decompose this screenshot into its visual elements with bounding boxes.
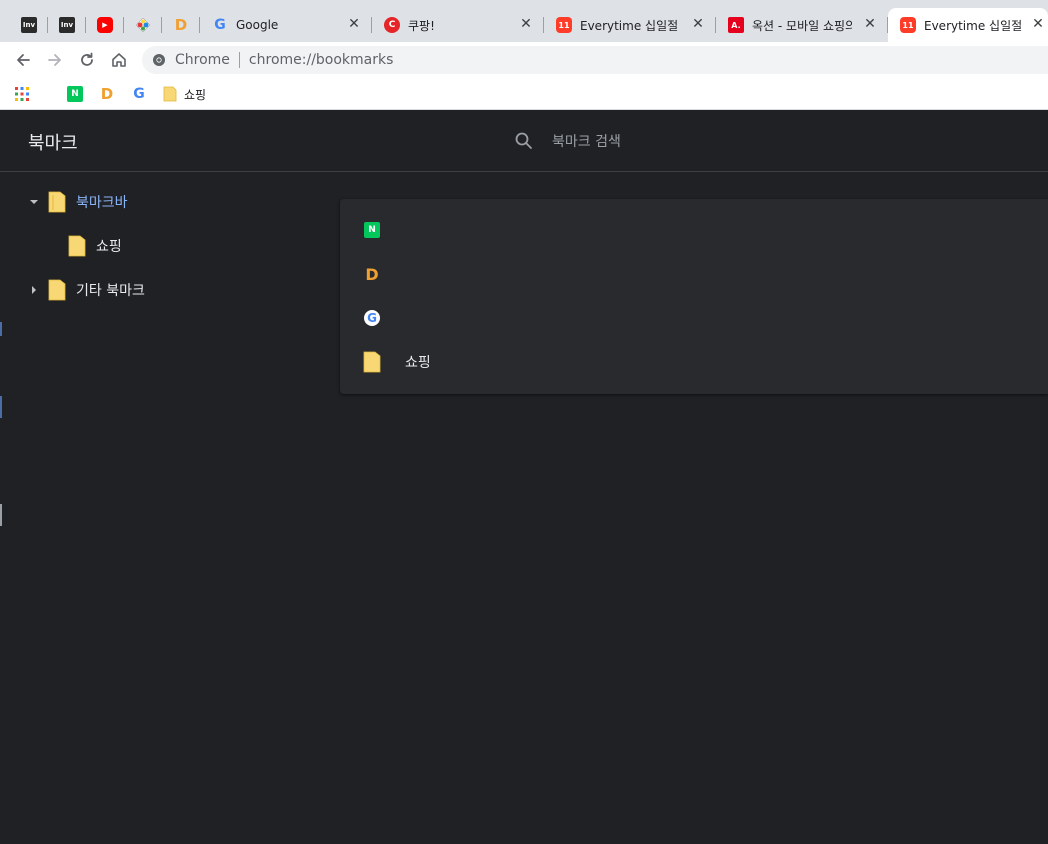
naver-icon: N <box>67 86 83 102</box>
apps-button[interactable] <box>14 84 30 104</box>
tree-label: 쇼핑 <box>96 239 122 255</box>
tab-pinned-inven-1[interactable]: Inv <box>10 8 48 42</box>
tab-auction[interactable]: A. 옥션 - 모바일 쇼핑의 ✕ <box>716 8 888 42</box>
bookmark-list: N D G 쇼핑 <box>340 199 1048 394</box>
chrome-logo-icon <box>153 54 165 66</box>
bookmark-daum[interactable]: D <box>99 84 115 104</box>
tab-11st-1[interactable]: 11 Everytime 십일절 - ✕ <box>544 8 716 42</box>
omnibox[interactable]: Chrome chrome://bookmarks <box>142 46 1048 74</box>
bookmark-google[interactable]: G <box>131 84 147 104</box>
tree-item-other-bookmarks[interactable]: 기타 북마크 <box>28 276 145 304</box>
forward-button[interactable] <box>43 48 67 72</box>
tab-pinned-inven-2[interactable]: Inv <box>48 8 86 42</box>
list-item-label: 쇼핑 <box>405 355 431 371</box>
bookmark-naver[interactable]: N <box>67 84 83 104</box>
inven-icon: Inv <box>21 17 37 33</box>
list-item-naver[interactable]: N <box>340 208 1048 252</box>
omnibox-origin: Chrome <box>175 52 230 68</box>
naver-icon: N <box>364 222 380 238</box>
expand-arrow-right-icon[interactable] <box>28 284 40 296</box>
close-icon[interactable]: ✕ <box>346 16 362 32</box>
tree-label: 기타 북마크 <box>76 283 145 299</box>
google-icon: G <box>214 17 226 33</box>
omnibox-url: chrome://bookmarks <box>248 52 394 68</box>
tree-item-shopping[interactable]: 쇼핑 <box>60 232 122 260</box>
search-placeholder: 북마크 검색 <box>552 134 621 150</box>
tab-strip: Inv Inv ▶ D G Google ✕ C 쿠팡! ✕ 11 Everyt… <box>0 0 1048 42</box>
search-icon <box>515 132 532 149</box>
list-item-shopping-folder[interactable]: 쇼핑 <box>340 340 1048 384</box>
apps-grid-icon <box>15 87 29 101</box>
close-icon[interactable]: ✕ <box>862 16 878 32</box>
bookmark-folder-shopping[interactable]: 쇼핑 <box>163 84 206 104</box>
close-icon[interactable]: ✕ <box>690 16 706 32</box>
coupang-icon: C <box>384 17 400 33</box>
folder-open-icon <box>48 191 66 213</box>
folder-icon <box>68 235 86 257</box>
tab-title: Everytime 십일절 - <box>580 18 680 33</box>
folder-icon <box>363 351 381 373</box>
background-window-edge <box>0 322 2 336</box>
bookmark-label: 쇼핑 <box>184 87 207 102</box>
tab-title: Everytime 십일절 - <box>924 18 1024 33</box>
list-item-daum[interactable]: D <box>340 252 1048 296</box>
tab-11st-2-active[interactable]: 11 Everytime 십일절 - ✕ <box>888 8 1048 42</box>
back-arrow-icon <box>17 54 30 66</box>
daum-icon: D <box>100 85 114 103</box>
google-icon: G <box>364 310 380 326</box>
youtube-icon: ▶ <box>97 17 113 33</box>
background-window-edge <box>0 396 2 418</box>
inven-icon: Inv <box>59 17 75 33</box>
tab-pinned-app[interactable] <box>124 8 162 42</box>
close-icon[interactable]: ✕ <box>1030 16 1046 32</box>
reload-button[interactable] <box>75 48 99 72</box>
tree-label: 북마크바 <box>76 195 128 211</box>
tab-pinned-daum[interactable]: D <box>162 8 200 42</box>
forward-arrow-icon <box>48 54 61 66</box>
google-icon: G <box>133 86 145 102</box>
reload-icon <box>81 52 93 66</box>
close-icon[interactable]: ✕ <box>518 16 534 32</box>
bookmarks-header: 북마크 북마크 검색 <box>0 110 1048 172</box>
home-button[interactable] <box>107 48 131 72</box>
tab-title: 옥션 - 모바일 쇼핑의 <box>752 18 852 33</box>
tree-item-bookmarks-bar[interactable]: 북마크바 <box>28 188 128 216</box>
tab-coupang[interactable]: C 쿠팡! ✕ <box>372 8 544 42</box>
back-button[interactable] <box>11 48 35 72</box>
toolbar: Chrome chrome://bookmarks <box>0 42 1048 78</box>
tab-pinned-youtube[interactable]: ▶ <box>86 8 124 42</box>
list-item-google[interactable]: G <box>340 296 1048 340</box>
11st-icon: 11 <box>900 17 916 33</box>
bookmark-search[interactable]: 북마크 검색 <box>514 130 621 152</box>
tab-google[interactable]: G Google ✕ <box>200 8 372 42</box>
home-icon <box>112 53 126 67</box>
daum-icon: D <box>365 264 379 284</box>
folder-icon <box>48 279 66 301</box>
bookmarks-bar: N D G 쇼핑 <box>0 78 1048 110</box>
auction-icon: A. <box>728 17 744 33</box>
folder-icon <box>163 86 177 102</box>
daum-icon: D <box>174 16 188 34</box>
multicolor-app-icon <box>135 17 151 33</box>
background-window-edge <box>0 504 2 526</box>
page-title: 북마크 <box>28 133 78 154</box>
expand-arrow-down-icon[interactable] <box>28 196 40 208</box>
11st-icon: 11 <box>556 17 572 33</box>
